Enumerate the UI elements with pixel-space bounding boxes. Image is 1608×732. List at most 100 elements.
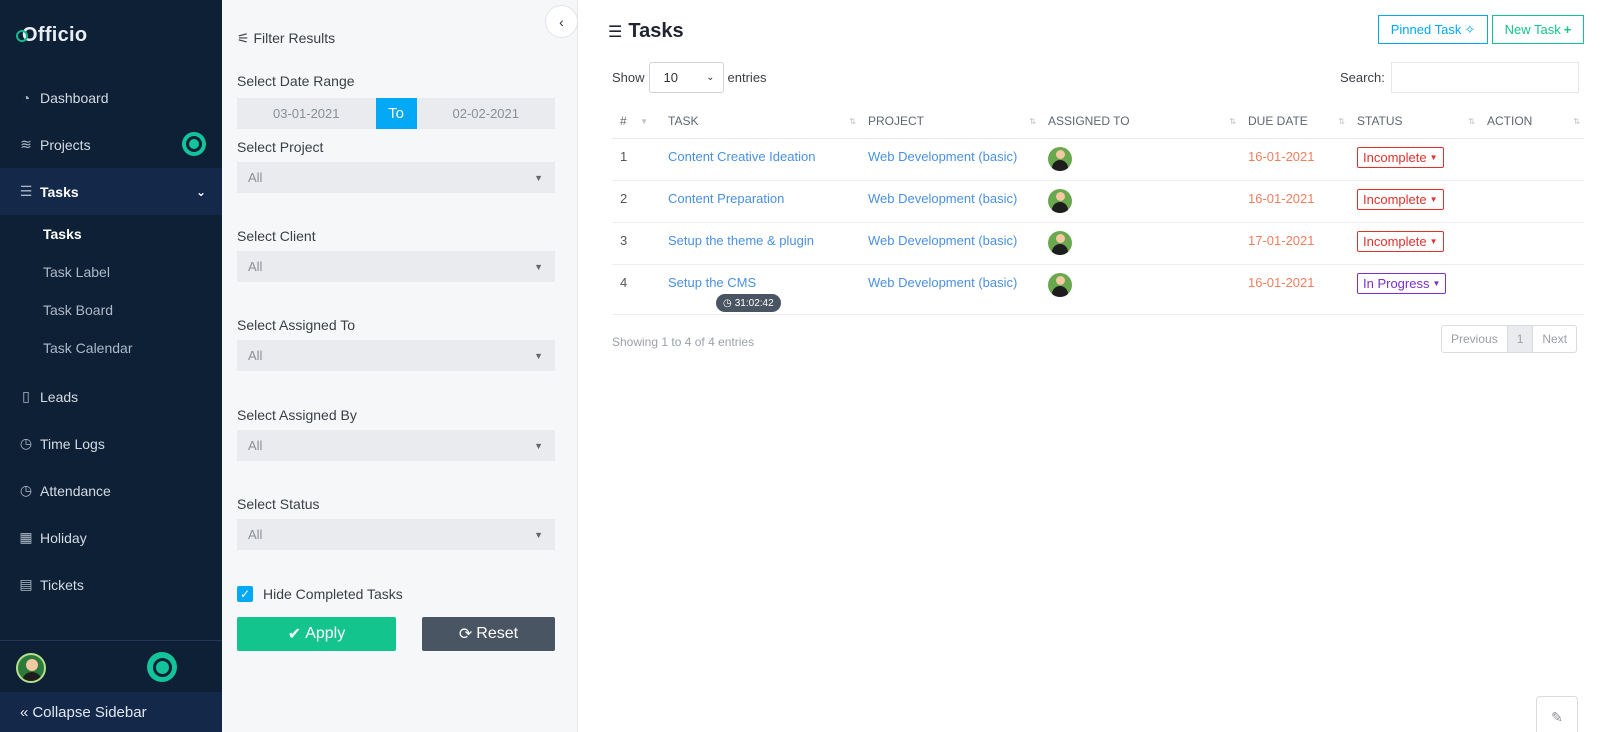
due-date: 16-01-2021 xyxy=(1248,275,1315,290)
chevron-left-icon: ‹ xyxy=(559,13,564,30)
action-cell xyxy=(1479,139,1584,149)
task-link[interactable]: Content Preparation xyxy=(660,181,860,206)
submenu-item-task-calendar[interactable]: Task Calendar xyxy=(43,329,222,367)
chevron-down-icon: ⌄ xyxy=(706,72,715,83)
table-header: # ▼ TASK ⇅ PROJECT ⇅ ASSIGNED TO ⇅ DUE DATE ⇅… xyxy=(612,104,1584,139)
app-logo[interactable]: Officio xyxy=(16,24,87,47)
logo-ring-icon xyxy=(16,30,28,42)
page-title: ☰ Tasks xyxy=(608,20,684,42)
sidebar-item-time-logs[interactable]: ◷ Time Logs xyxy=(0,420,222,467)
hide-completed-row[interactable]: ✓ Hide Completed Tasks xyxy=(237,586,403,602)
clock-icon: ◷ xyxy=(723,297,732,309)
column-header-action[interactable]: ACTION ⇅ xyxy=(1479,104,1584,139)
caret-down-icon: ▼ xyxy=(534,172,543,183)
double-chevron-left-icon: « xyxy=(20,703,29,721)
caret-down-icon: ▼ xyxy=(1429,153,1438,162)
new-task-button[interactable]: New Task + xyxy=(1492,15,1584,44)
ticket-icon: ▤ xyxy=(19,576,33,592)
notification-bell-icon[interactable] xyxy=(147,652,177,682)
date-to-label: To xyxy=(375,98,417,129)
assignee-avatar[interactable] xyxy=(1048,273,1072,297)
submenu-item-task-board[interactable]: Task Board xyxy=(43,291,222,329)
sidebar-user-bar xyxy=(0,640,222,692)
apply-button[interactable]: ✔ Apply xyxy=(237,617,396,651)
sidebar-item-attendance[interactable]: ◷ Attendance xyxy=(0,467,222,514)
sidebar-item-tickets[interactable]: ▤ Tickets xyxy=(0,561,222,608)
client-select[interactable]: All ▼ xyxy=(237,251,555,282)
project-link[interactable]: Web Development (basic) xyxy=(860,223,1040,248)
tasks-icon: ☰ xyxy=(19,183,33,199)
assigned-by-label: Select Assigned By xyxy=(237,407,357,423)
project-label: Select Project xyxy=(237,139,324,155)
sidebar-item-holiday[interactable]: ▦ Holiday xyxy=(0,514,222,561)
sort-icon: ⇅ xyxy=(1468,116,1475,126)
row-number: 3 xyxy=(620,233,628,248)
status-dropdown[interactable]: In Progress ▼ xyxy=(1357,273,1447,294)
status-dropdown[interactable]: Incomplete ▼ xyxy=(1357,147,1444,168)
pin-icon: ✧ xyxy=(1464,21,1476,37)
assigned-to-select[interactable]: All ▼ xyxy=(237,340,555,371)
sidebar-item-leads[interactable]: ▯ Leads xyxy=(0,373,222,420)
status-dropdown[interactable]: Incomplete ▼ xyxy=(1357,231,1444,252)
next-page-button[interactable]: Next xyxy=(1533,326,1576,352)
assignee-avatar[interactable] xyxy=(1048,147,1072,171)
user-avatar[interactable] xyxy=(16,653,46,683)
tasks-icon: ☰ xyxy=(608,23,623,41)
column-header-status[interactable]: STATUS ⇅ xyxy=(1349,104,1479,139)
column-header-project[interactable]: PROJECT ⇅ xyxy=(860,104,1040,139)
sort-icon: ⇅ xyxy=(1229,116,1236,126)
date-from-input[interactable]: 03-01-2021 xyxy=(237,98,376,129)
search-input[interactable] xyxy=(1390,62,1579,93)
previous-page-button[interactable]: Previous xyxy=(1442,326,1507,352)
submenu-item-tasks[interactable]: Tasks xyxy=(43,215,222,253)
project-link[interactable]: Web Development (basic) xyxy=(860,139,1040,164)
sidebar-item-dashboard[interactable]: ◔ Dashboard xyxy=(0,74,222,121)
column-header-assigned-to[interactable]: ASSIGNED TO ⇅ xyxy=(1040,104,1240,139)
submenu-item-task-label[interactable]: Task Label xyxy=(43,253,222,291)
sidebar-item-tasks[interactable]: ☰ Tasks ⌄ xyxy=(0,168,222,215)
project-link[interactable]: Web Development (basic) xyxy=(860,265,1040,290)
reset-button[interactable]: ⟳ Reset xyxy=(422,617,555,651)
status-label: Select Status xyxy=(237,496,320,512)
row-number: 4 xyxy=(620,275,628,290)
status-dropdown[interactable]: Incomplete ▼ xyxy=(1357,189,1444,210)
assignee-avatar[interactable] xyxy=(1048,189,1072,213)
calendar-icon: ▦ xyxy=(19,529,33,545)
assignee-avatar[interactable] xyxy=(1048,231,1072,255)
sliders-icon: ⚟ xyxy=(237,30,254,46)
sort-icon: ⇅ xyxy=(849,116,856,126)
page-1-button[interactable]: 1 xyxy=(1506,326,1534,352)
file-icon: ▯ xyxy=(22,388,30,404)
task-link[interactable]: Setup the theme & plugin xyxy=(660,223,860,248)
table-row: 2 Content Preparation Web Development (b… xyxy=(612,181,1584,223)
project-select[interactable]: All ▼ xyxy=(237,162,555,193)
sort-icon: ⇅ xyxy=(1029,116,1036,126)
due-date: 16-01-2021 xyxy=(1248,149,1315,164)
date-to-input[interactable]: 02-02-2021 xyxy=(416,98,555,129)
floating-note-button[interactable]: ✎ xyxy=(1536,696,1578,732)
sort-icon: ⇅ xyxy=(1573,116,1580,126)
caret-down-icon: ▼ xyxy=(1432,279,1441,288)
collapse-filter-button[interactable]: ‹ xyxy=(545,5,578,38)
column-header-due-date[interactable]: DUE DATE ⇅ xyxy=(1240,104,1349,139)
status-select[interactable]: All ▼ xyxy=(237,519,555,550)
collapse-sidebar-button[interactable]: « Collapse Sidebar xyxy=(0,692,222,732)
action-cell xyxy=(1479,181,1584,191)
table-info: Showing 1 to 4 of 4 entries xyxy=(612,335,755,349)
project-link[interactable]: Web Development (basic) xyxy=(860,181,1040,206)
column-header-number[interactable]: # ▼ xyxy=(612,104,660,139)
assigned-by-select[interactable]: All ▼ xyxy=(237,430,555,461)
search-control: Search: xyxy=(1340,62,1579,93)
pinned-task-button[interactable]: Pinned Task ✧ xyxy=(1378,15,1488,44)
entries-select[interactable]: 10 ⌄ xyxy=(648,62,724,93)
chevron-down-icon: ⌄ xyxy=(195,184,206,199)
sidebar-item-projects[interactable]: ≋ Projects xyxy=(0,121,222,168)
filter-title: ⚟ Filter Results xyxy=(237,30,336,46)
clock-icon: ◷ xyxy=(19,482,33,498)
column-header-task[interactable]: TASK ⇅ xyxy=(660,104,860,139)
edit-icon: ✎ xyxy=(1551,708,1563,725)
sort-icon: ⇅ xyxy=(1338,116,1345,126)
task-link[interactable]: Content Creative Ideation xyxy=(660,139,860,164)
hide-completed-checkbox[interactable]: ✓ xyxy=(237,586,253,602)
projects-badge-icon[interactable] xyxy=(182,132,206,156)
